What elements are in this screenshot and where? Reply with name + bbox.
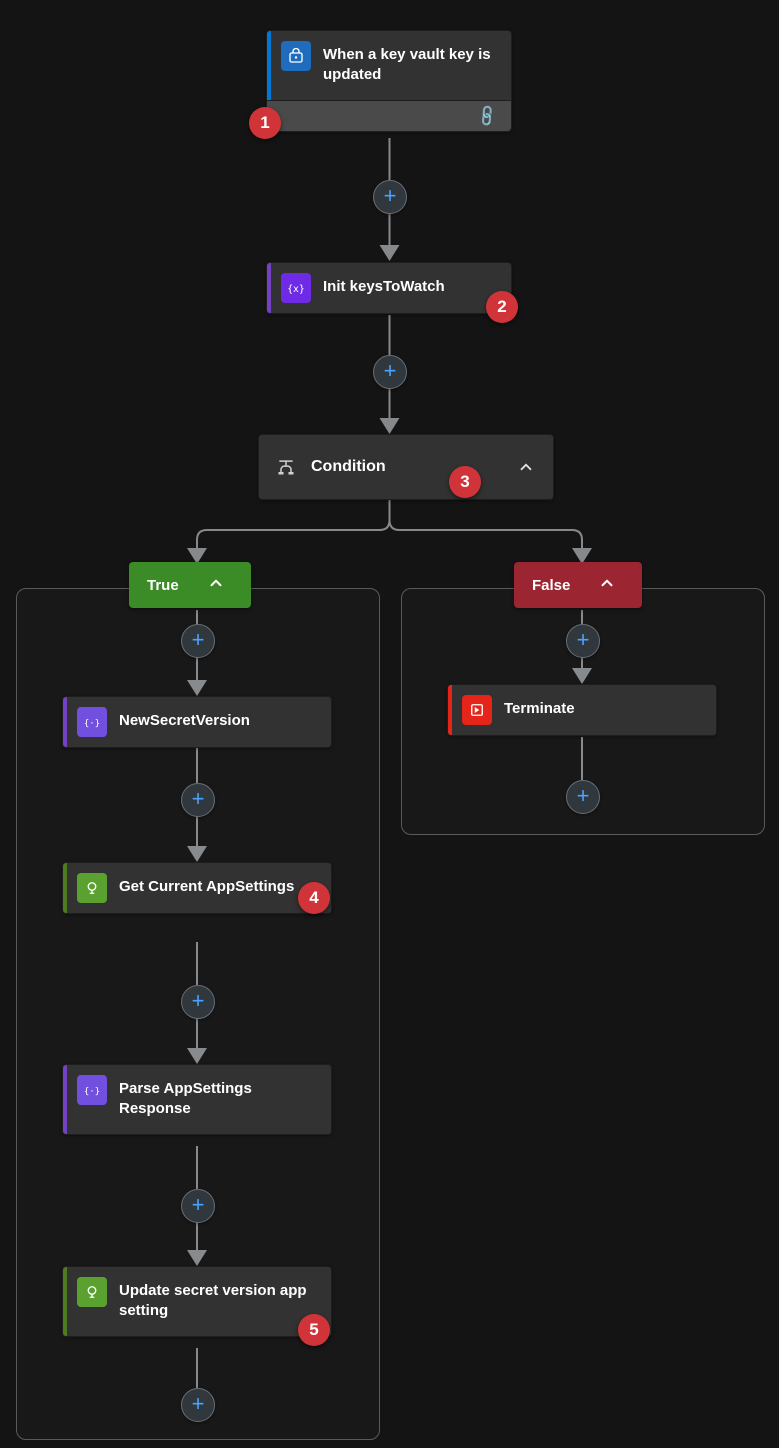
newsecretversion-node[interactable]: {·} NewSecretVersion — [62, 696, 332, 748]
variable-icon: {x} — [281, 273, 311, 303]
annotation-marker-2: 2 — [486, 291, 518, 323]
annotation-marker-3: 3 — [449, 466, 481, 498]
add-step-false-end[interactable]: + — [566, 780, 600, 814]
arm-icon — [77, 1277, 107, 1307]
data-operation-icon: {·} — [77, 1075, 107, 1105]
chevron-up-icon — [515, 456, 537, 478]
init-accent — [267, 263, 271, 313]
newsecretversion-label: NewSecretVersion — [107, 697, 331, 747]
trigger-accent — [267, 31, 271, 100]
condition-label: Condition — [311, 458, 515, 476]
add-step-button-1[interactable]: + — [373, 180, 407, 214]
add-step-true-top[interactable]: + — [181, 624, 215, 658]
terminate-label: Terminate — [492, 685, 716, 735]
false-label: False — [532, 577, 570, 594]
parse-appsettings-node[interactable]: {·} Parse AppSettings Response — [62, 1064, 332, 1135]
svg-text:{·}: {·} — [84, 1087, 100, 1097]
update-secret-version-node[interactable]: Update secret version app setting — [62, 1266, 332, 1337]
add-step-true-3[interactable]: + — [181, 1189, 215, 1223]
svg-text:{x}: {x} — [287, 284, 305, 295]
chevron-up-icon — [207, 574, 225, 596]
get-current-appsettings-label: Get Current AppSettings — [107, 863, 331, 913]
update-secret-version-label: Update secret version app setting — [107, 1267, 331, 1336]
trigger-footer: 🔗 — [267, 100, 511, 131]
add-step-true-2[interactable]: + — [181, 985, 215, 1019]
false-badge[interactable]: False — [514, 562, 642, 608]
key-vault-icon — [281, 41, 311, 71]
arm-icon — [77, 873, 107, 903]
add-step-false-top[interactable]: + — [566, 624, 600, 658]
true-label: True — [147, 577, 179, 594]
trigger-node[interactable]: When a key vault key is updated 🔗 — [266, 30, 512, 132]
add-step-button-2[interactable]: + — [373, 355, 407, 389]
condition-node[interactable]: Condition — [258, 434, 554, 500]
true-badge[interactable]: True — [129, 562, 251, 608]
data-operation-icon: {·} — [77, 707, 107, 737]
link-icon: 🔗 — [475, 103, 501, 129]
annotation-marker-4: 4 — [298, 882, 330, 914]
init-label: Init keysToWatch — [311, 263, 511, 313]
chevron-up-icon — [598, 574, 616, 596]
annotation-marker-5: 5 — [298, 1314, 330, 1346]
terminate-icon — [462, 695, 492, 725]
add-step-true-1[interactable]: + — [181, 783, 215, 817]
add-step-true-end[interactable]: + — [181, 1388, 215, 1422]
terminate-node[interactable]: Terminate — [447, 684, 717, 736]
init-variable-node[interactable]: {x} Init keysToWatch — [266, 262, 512, 314]
condition-branch-icon — [275, 456, 297, 478]
trigger-label: When a key vault key is updated — [311, 31, 511, 100]
get-current-appsettings-node[interactable]: Get Current AppSettings — [62, 862, 332, 914]
annotation-marker-1: 1 — [249, 107, 281, 139]
svg-text:{·}: {·} — [84, 719, 100, 729]
parse-appsettings-label: Parse AppSettings Response — [107, 1065, 331, 1134]
